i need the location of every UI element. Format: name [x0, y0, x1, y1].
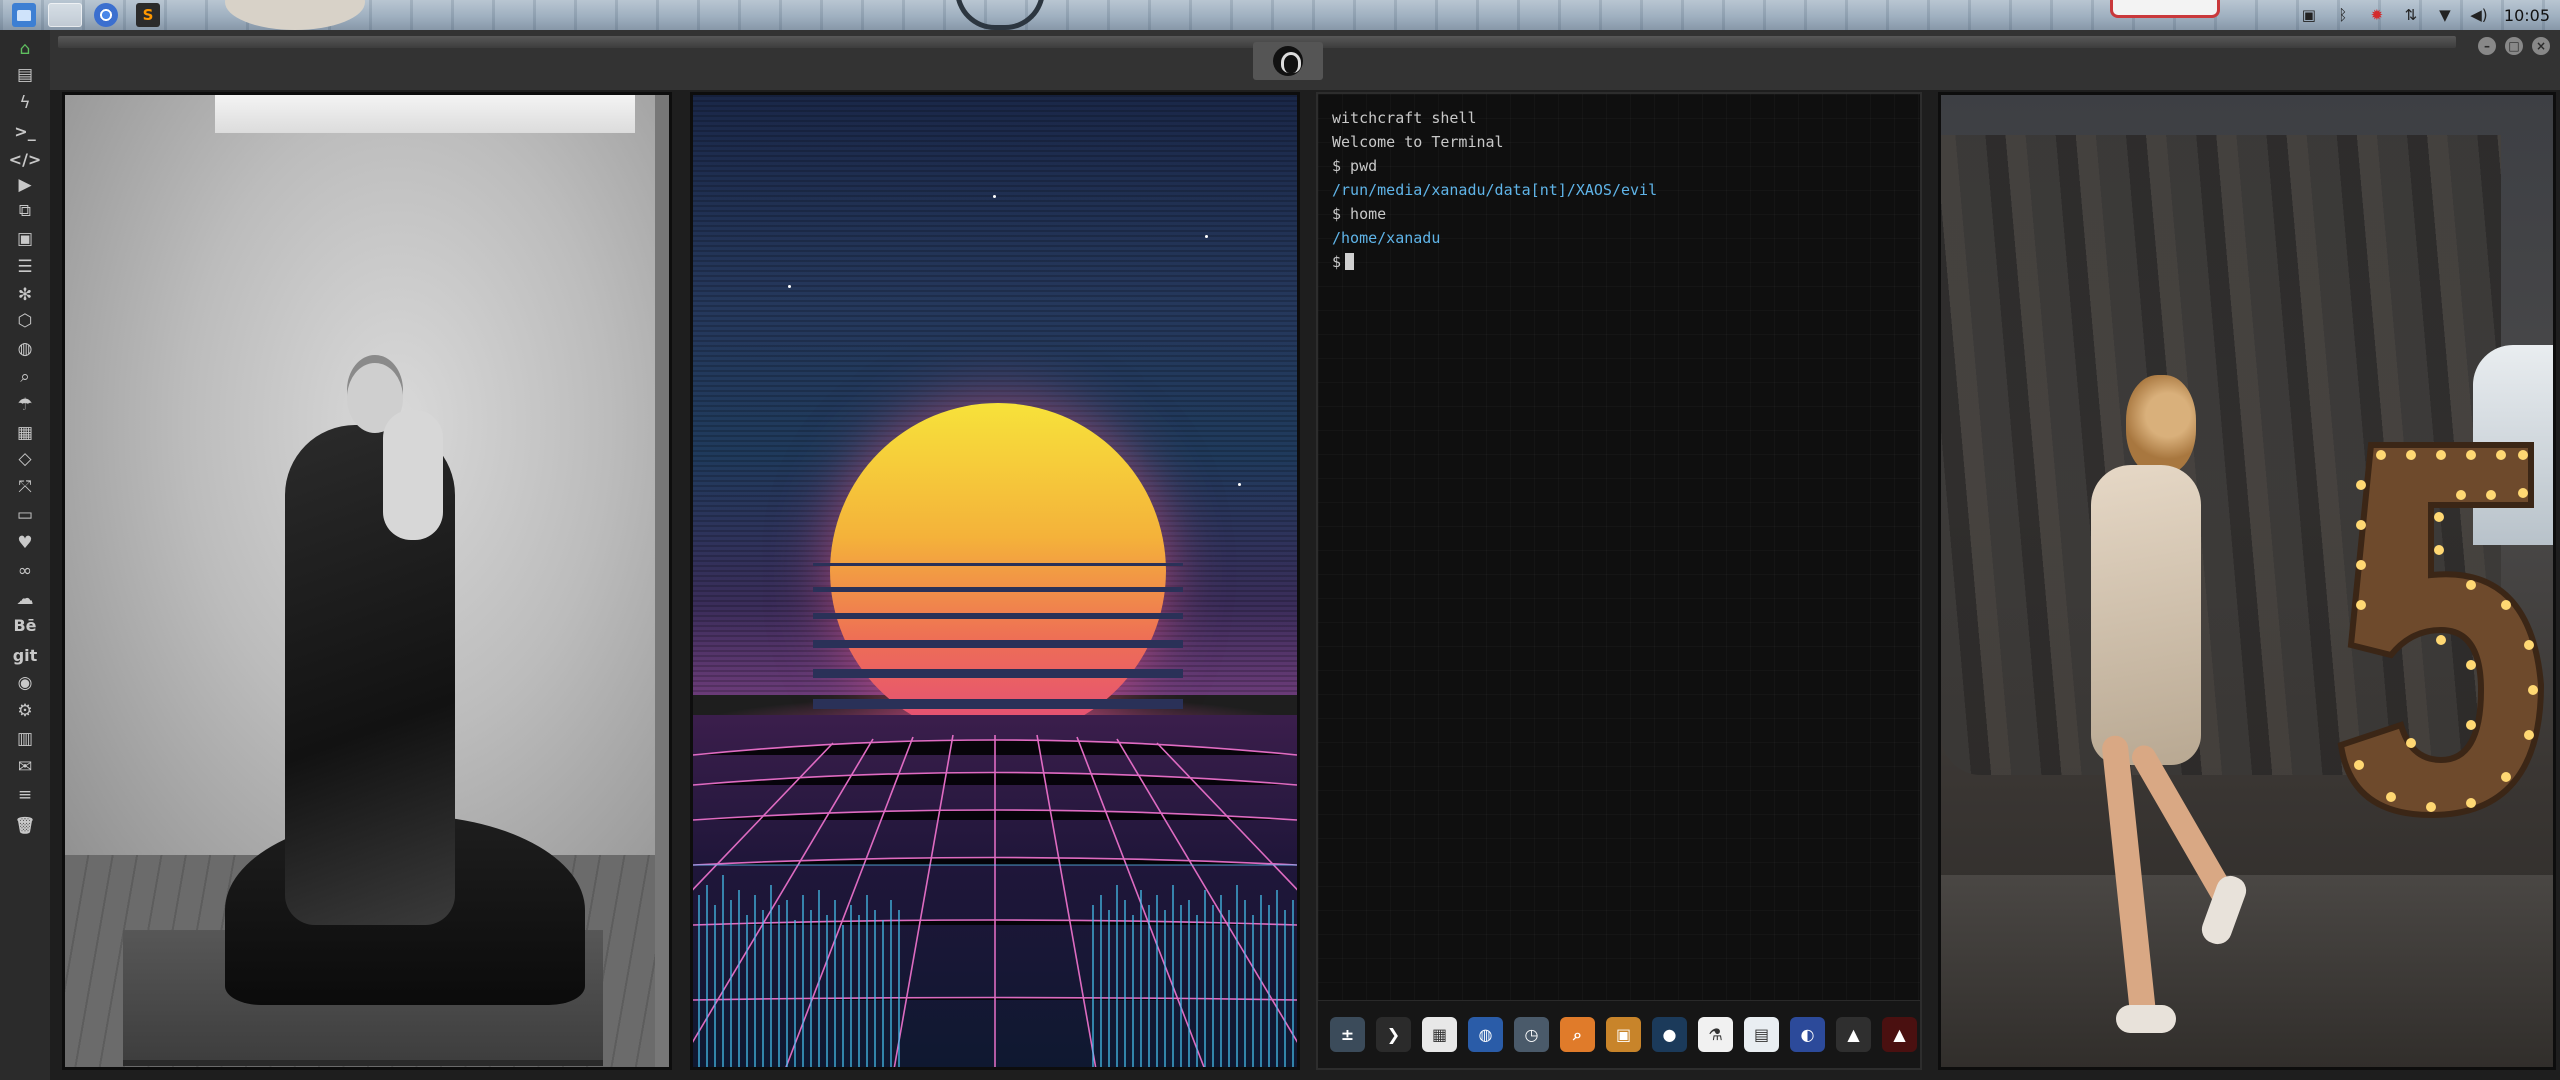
terminal-line-output: /home/xanadu — [1332, 229, 1441, 247]
dock-flash-icon[interactable]: ϟ — [10, 88, 40, 118]
terminal-line: $ home — [1332, 205, 1387, 223]
photo-panel-monochrome — [62, 92, 672, 1070]
dock-list-icon[interactable]: ≡ — [10, 780, 40, 810]
dock-news-icon[interactable]: ☰ — [10, 252, 40, 282]
photo-panel-color — [1938, 92, 2556, 1070]
blank-window-button[interactable] — [48, 3, 82, 27]
dock-document-icon[interactable]: ▤ — [10, 60, 40, 90]
marquee-five-sign — [2337, 442, 2545, 819]
maximize-button[interactable]: □ — [2505, 37, 2523, 55]
studio-floor — [1941, 875, 2553, 1067]
dock-git-icon[interactable]: git — [10, 640, 40, 670]
launcher-lab-icon[interactable]: ⚗ — [1698, 1017, 1733, 1052]
city-bars — [698, 875, 1294, 1067]
launcher-photos-icon[interactable]: ▣ — [1606, 1017, 1641, 1052]
star — [1238, 483, 1241, 486]
synthwave-panel — [690, 92, 1300, 1070]
sun-stripe — [813, 587, 1183, 592]
dock-youtube-icon[interactable]: ▭ — [10, 500, 40, 530]
system-top-bar: S ▣ ᛒ ✹ ⇅ ▼ ◀) 10:05 — [0, 0, 2560, 30]
launcher-browser-icon[interactable]: ◍ — [1468, 1017, 1503, 1052]
bluetooth-icon[interactable]: ᛒ — [2334, 6, 2352, 24]
dock-github-icon[interactable]: ◉ — [10, 668, 40, 698]
star — [1205, 235, 1208, 238]
launcher-calendar-icon[interactable]: ▦ — [1422, 1017, 1457, 1052]
wifi-icon[interactable]: ▼ — [2436, 6, 2454, 24]
terminal-line: Welcome to Terminal — [1332, 133, 1504, 151]
prompt-symbol: $ — [1332, 253, 1342, 271]
terminal-line: witchcraft shell — [1332, 109, 1477, 127]
left-dock: ⌂ ▤ ϟ >_ </> ▶ ⧉ ▣ ☰ ✻ ⬡ ◍ ⌕ ☂ ▦ ◇ ⤧ ▭ ♥ ∞ ☁ Bē git ◉ ⚙ ▥ ✉ ≡ 🗑 — [0, 30, 50, 1080]
emblem-tab[interactable] — [1253, 42, 1323, 80]
close-button[interactable]: × — [2532, 37, 2550, 55]
chrome-icon[interactable] — [94, 3, 118, 27]
photo-edge — [655, 95, 669, 1067]
desktop-window: ⌂ ▤ ϟ >_ </> ▶ ⧉ ▣ ☰ ✻ ⬡ ◍ ⌕ ☂ ▦ ◇ ⤧ ▭ ♥ ∞ ☁ Bē git ◉ ⚙ ▥ ✉ ≡ 🗑 – □ … — [0, 30, 2560, 1080]
alert-icon[interactable]: ✹ — [2368, 6, 2386, 24]
wallpaper-detail — [2110, 0, 2220, 18]
volume-icon[interactable]: ◀) — [2470, 6, 2488, 24]
child-figure — [383, 410, 443, 540]
text-cursor — [1345, 253, 1355, 270]
sublime-icon[interactable]: S — [136, 3, 160, 27]
launcher-clock-icon[interactable]: ◷ — [1514, 1017, 1549, 1052]
dock-map-icon[interactable]: ▥ — [10, 724, 40, 754]
star — [788, 285, 791, 288]
dock-terminal-icon[interactable]: >_ — [10, 116, 40, 146]
app-launcher: ± ❯ ▦ ◍ ◷ ⌕ ▣ ● ⚗ ▤ ◐ ▲ ▲ — [1318, 1000, 1920, 1068]
files-icon[interactable] — [12, 3, 36, 27]
dock-heart-icon[interactable]: ♥ — [10, 528, 40, 558]
sun-stripe — [813, 640, 1183, 648]
launcher-search-icon[interactable]: ⌕ — [1560, 1017, 1595, 1052]
dock-trash-icon[interactable]: 🗑 — [10, 810, 40, 840]
terminal-output[interactable]: witchcraft shell Welcome to Terminal $ pwd… — [1332, 106, 1657, 274]
rebel-emblem-icon — [1273, 46, 1303, 76]
retro-sun — [830, 403, 1166, 739]
dock-copy-icon[interactable]: ⧉ — [10, 196, 40, 226]
launcher-editor-icon[interactable]: ▤ — [1744, 1017, 1779, 1052]
dock-link-icon[interactable]: ∞ — [10, 556, 40, 586]
dock-umbrella-icon[interactable]: ☂ — [10, 390, 40, 420]
star — [993, 195, 996, 198]
sun-stripe — [813, 563, 1183, 566]
launcher-terminal-icon[interactable]: ❯ — [1376, 1017, 1411, 1052]
dock-cogs-icon[interactable]: ⚙ — [10, 696, 40, 726]
dock-tag-icon[interactable]: ◇ — [10, 444, 40, 474]
minimize-button[interactable]: – — [2478, 37, 2496, 55]
dock-image-icon[interactable]: ▣ — [10, 224, 40, 254]
launcher-planet-icon[interactable]: ● — [1652, 1017, 1687, 1052]
screenshot-icon[interactable]: ▣ — [2300, 6, 2318, 24]
launcher-pyramid-icon[interactable]: ▲ — [1836, 1017, 1871, 1052]
backdrop-top — [215, 95, 635, 133]
sun-stripe — [813, 613, 1183, 619]
model-head — [2126, 375, 2196, 475]
dock-expand-icon[interactable]: ⤧ — [10, 472, 40, 502]
dock-globe-icon[interactable]: ◍ — [10, 334, 40, 364]
terminal-line-output: /run/media/xanadu/data[nt]/XAOS/evil — [1332, 181, 1658, 199]
launcher-calculator-icon[interactable]: ± — [1330, 1017, 1365, 1052]
clock[interactable]: 10:05 — [2504, 6, 2550, 25]
terminal-line: $ pwd — [1332, 157, 1378, 175]
sneaker — [2116, 1005, 2176, 1033]
launcher-web-icon[interactable]: ◐ — [1790, 1017, 1825, 1052]
dock-mail-icon[interactable]: ✉ — [10, 752, 40, 782]
terminal-panel[interactable]: witchcraft shell Welcome to Terminal $ pwd… — [1316, 92, 1922, 1070]
window-titlebar[interactable]: – □ × — [50, 30, 2560, 90]
sun-stripe — [813, 669, 1183, 678]
dock-search-icon[interactable]: ⌕ — [10, 362, 40, 392]
system-tray: ▣ ᛒ ✹ ⇅ ▼ ◀) 10:05 — [2300, 0, 2560, 30]
dock-behance-icon[interactable]: Bē — [10, 610, 40, 640]
network-icon[interactable]: ⇅ — [2402, 6, 2420, 24]
dock-hex-icon[interactable]: ⬡ — [10, 306, 40, 336]
model-dress — [2091, 465, 2201, 765]
launcher-arrow-icon[interactable]: ▲ — [1882, 1017, 1917, 1052]
sun-stripe — [813, 699, 1183, 709]
terminal-prompt[interactable]: $ — [1332, 250, 1657, 274]
